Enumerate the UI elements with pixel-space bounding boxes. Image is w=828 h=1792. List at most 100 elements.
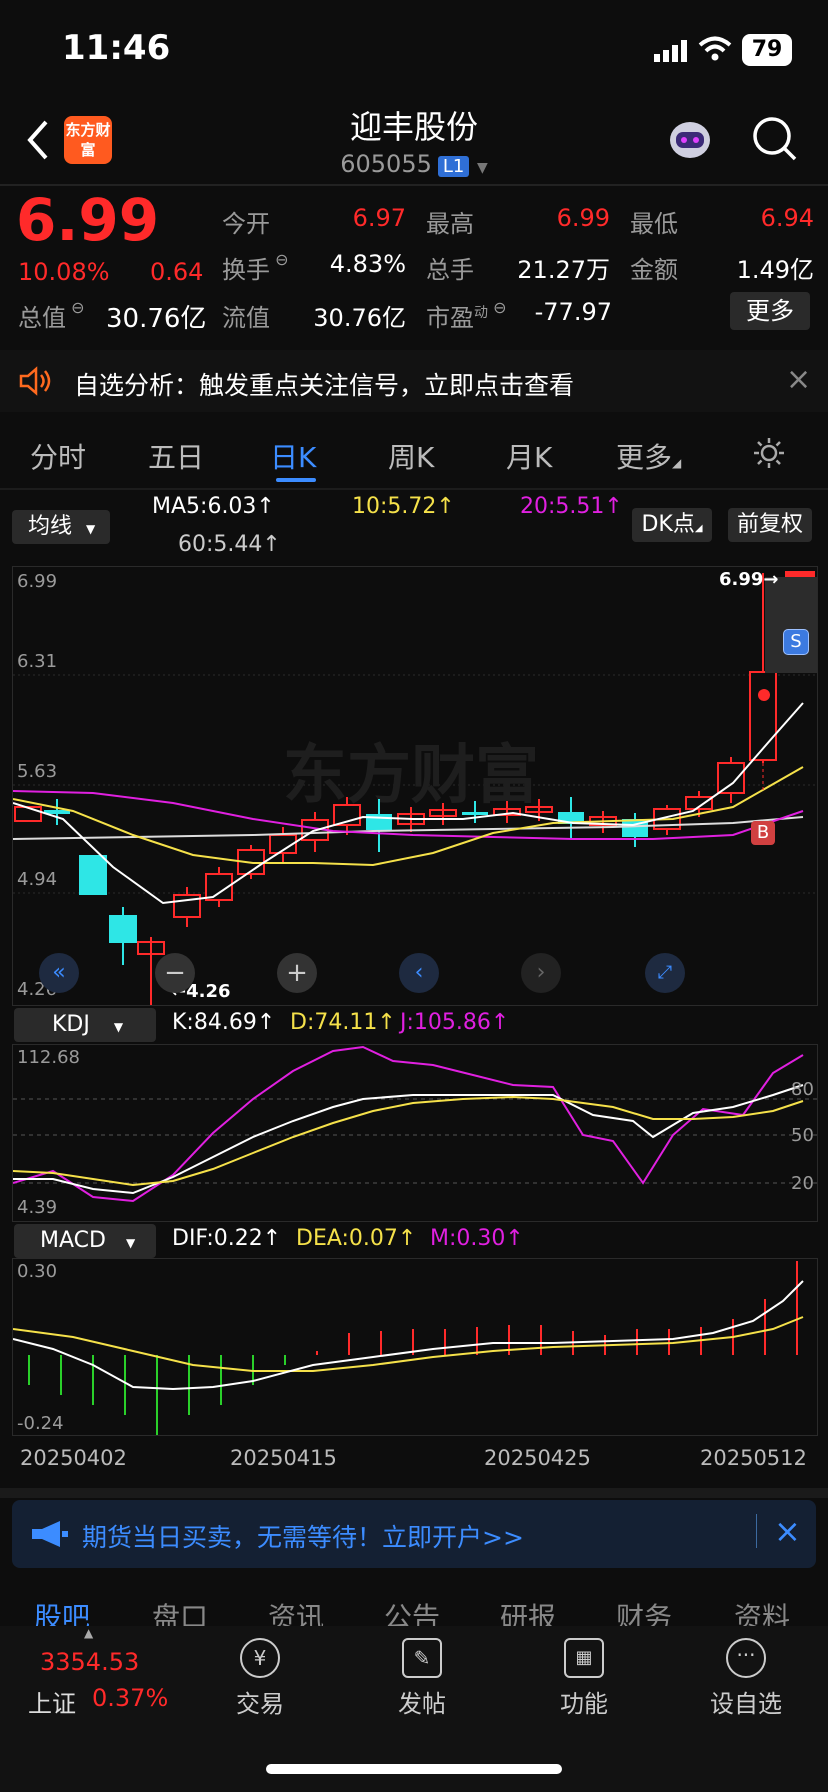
post-button[interactable]: ✎ 发帖 bbox=[362, 1638, 482, 1719]
divider bbox=[0, 1488, 828, 1498]
zoom-in-icon[interactable]: + bbox=[277, 953, 317, 993]
tab-profile[interactable]: 资料 bbox=[734, 1596, 790, 1628]
footer-bar: ▲ 3354.53 上证 0.37% ¥ 交易 ✎ 发帖 ▦ 功能 ··· 设自… bbox=[0, 1626, 828, 1792]
edit-icon: ✎ bbox=[402, 1638, 442, 1678]
tab-five-day[interactable]: 五日 bbox=[148, 436, 204, 476]
watermark: 东方财富 bbox=[283, 739, 539, 811]
megaphone-icon bbox=[30, 1520, 70, 1552]
index-change: 0.37% bbox=[92, 1684, 169, 1712]
settings-gear-icon[interactable] bbox=[752, 436, 786, 474]
divider bbox=[0, 488, 828, 490]
tab-research[interactable]: 研报 bbox=[500, 1596, 556, 1628]
rewind-icon[interactable]: « bbox=[39, 953, 79, 993]
robot-assistant-icon[interactable] bbox=[666, 116, 714, 168]
alert-banner[interactable]: 自选分析：触发重点关注信号，立即点击查看 × bbox=[0, 350, 828, 412]
trade-button[interactable]: ¥ 交易 bbox=[200, 1638, 320, 1719]
divider bbox=[756, 1514, 757, 1548]
tab-intraday[interactable]: 分时 bbox=[30, 436, 86, 476]
date-label: 20250425 bbox=[484, 1446, 591, 1470]
tab-daily-k[interactable]: 日K bbox=[270, 436, 316, 476]
y-axis-label: 6.31 bbox=[17, 651, 58, 672]
turnover-label: 换手 ⊖ bbox=[222, 250, 289, 284]
close-icon[interactable]: × bbox=[774, 1512, 801, 1550]
date-label: 20250512 bbox=[700, 1446, 807, 1470]
info-icon[interactable]: ⊖ bbox=[66, 298, 84, 317]
adjust-button[interactable]: 前复权 bbox=[728, 508, 812, 542]
search-icon[interactable] bbox=[752, 116, 798, 166]
alert-text: 自选分析：触发重点关注信号，立即点击查看 bbox=[74, 371, 575, 400]
prev-icon[interactable]: ‹ bbox=[399, 953, 439, 993]
open-label: 今开 bbox=[222, 210, 270, 238]
macd-y-bottom: -0.24 bbox=[17, 1413, 64, 1434]
zoom-out-icon[interactable]: − bbox=[155, 953, 195, 993]
macd-y-top: 0.30 bbox=[17, 1261, 58, 1282]
change-percent: 10.08% bbox=[18, 258, 110, 286]
ma60-value: 60:5.44↑ bbox=[178, 532, 281, 557]
kdj-chart[interactable]: 112.68 4.39 80 50 20 bbox=[12, 1044, 818, 1222]
speaker-icon bbox=[18, 366, 54, 400]
macd-dif-line bbox=[13, 1280, 804, 1391]
info-icon[interactable]: ⊖ bbox=[488, 298, 506, 317]
next-icon[interactable]: › bbox=[521, 953, 561, 993]
kdj-k-line bbox=[13, 1084, 804, 1195]
ma5-value: MA5:6.03↑ bbox=[152, 494, 275, 519]
add-watchlist-button[interactable]: ··· 设自选 bbox=[686, 1638, 806, 1719]
tab-pankou[interactable]: 盘口 bbox=[152, 1596, 208, 1628]
indicator-selector[interactable]: 均线 ▼ bbox=[12, 510, 110, 544]
more-dots-icon: ··· bbox=[726, 1638, 766, 1678]
tab-more[interactable]: 更多◢ bbox=[616, 436, 681, 476]
fullscreen-icon[interactable]: ⤢ bbox=[645, 953, 685, 993]
y-axis-label: 5.63 bbox=[17, 761, 58, 782]
wifi-icon bbox=[698, 36, 732, 66]
y-axis-label: 6.99 bbox=[17, 571, 58, 592]
date-label: 20250415 bbox=[230, 1446, 337, 1470]
pe-value: -77.97 bbox=[534, 298, 612, 326]
index-name[interactable]: 上证 bbox=[28, 1684, 76, 1719]
signal-column bbox=[765, 577, 817, 673]
info-icon[interactable]: ⊖ bbox=[270, 250, 288, 269]
tab-weekly-k[interactable]: 周K bbox=[388, 436, 434, 476]
battery-indicator: 79 bbox=[742, 34, 792, 66]
high-label: 最高 bbox=[426, 210, 474, 238]
kdj-selector[interactable]: KDJ ▼ bbox=[14, 1008, 156, 1042]
y-axis-label: 4.94 bbox=[17, 869, 58, 890]
dropdown-icon: ▼ bbox=[476, 160, 488, 176]
tab-news[interactable]: 资讯 bbox=[268, 1596, 324, 1628]
tab-announcements[interactable]: 公告 bbox=[384, 1596, 440, 1628]
dk-point-button[interactable]: DK点◢ bbox=[632, 508, 712, 542]
amount-label: 金额 bbox=[630, 256, 678, 284]
sell-signal-badge[interactable]: S bbox=[783, 629, 809, 655]
macd-dea-line bbox=[13, 1316, 804, 1372]
low-value: 6.94 bbox=[760, 204, 814, 232]
marker bbox=[785, 571, 815, 577]
stock-code: 605055 bbox=[340, 150, 432, 178]
kline-chart[interactable]: 东方财富 S B 6.99 6.31 5.63 4.94 4.26 6.99→ … bbox=[12, 566, 818, 1006]
date-label: 20250402 bbox=[20, 1446, 127, 1470]
turnover-value: 4.83% bbox=[329, 250, 406, 278]
clock: 11:46 bbox=[62, 28, 171, 68]
kdj-d-value: D:74.11↑ bbox=[290, 1010, 396, 1035]
tab-monthly-k[interactable]: 月K bbox=[506, 436, 552, 476]
macd-selector[interactable]: MACD ▼ bbox=[14, 1224, 156, 1258]
kdj-k-value: K:84.69↑ bbox=[172, 1010, 276, 1035]
macd-chart[interactable]: 0.30 -0.24 bbox=[12, 1258, 818, 1436]
grid-icon: ▦ bbox=[564, 1638, 604, 1678]
buy-signal-badge[interactable]: B bbox=[751, 821, 775, 845]
high-value: 6.99 bbox=[556, 204, 610, 232]
functions-button[interactable]: ▦ 功能 bbox=[524, 1638, 644, 1719]
macd-dea-value: DEA:0.07↑ bbox=[296, 1226, 417, 1251]
kdj-y-top: 112.68 bbox=[17, 1047, 80, 1068]
yen-cycle-icon: ¥ bbox=[240, 1638, 280, 1678]
market-cap-value: 30.76亿 bbox=[106, 304, 207, 334]
current-price: 6.99 bbox=[16, 186, 160, 254]
close-icon[interactable]: × bbox=[786, 362, 811, 397]
more-button[interactable]: 更多 bbox=[730, 292, 810, 330]
tab-guba[interactable]: 股吧 bbox=[34, 1596, 90, 1628]
kdj-level-80: 80 bbox=[791, 1079, 814, 1100]
tab-finance[interactable]: 财务 bbox=[616, 1596, 672, 1628]
ma10-value: 10:5.72↑ bbox=[352, 494, 455, 519]
promo-banner[interactable]: 期货当日买卖，无需等待！立即开户>> × bbox=[12, 1500, 816, 1568]
kdj-j-line bbox=[13, 1045, 804, 1203]
kdj-j-value: J:105.86↑ bbox=[400, 1010, 510, 1035]
market-cap-label: 总值 ⊖ bbox=[18, 298, 85, 332]
